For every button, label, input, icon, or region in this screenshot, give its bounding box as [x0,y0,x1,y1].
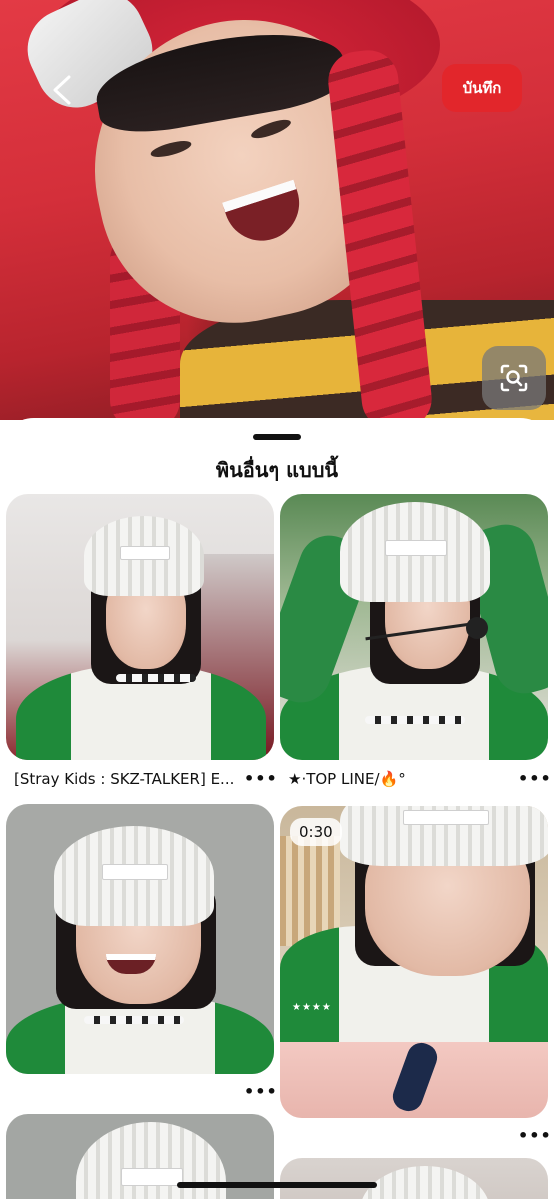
save-button[interactable]: บันทึก [442,64,522,112]
pin-main-image[interactable]: บันทึก [0,0,554,420]
hero-eyes [149,116,320,175]
pin-more-button-3[interactable]: ••• [244,1082,277,1102]
pin-caption-1[interactable]: [Stray Kids : SKZ-TALKER] E... [14,770,242,788]
necklace [116,674,196,682]
home-indicator[interactable] [177,1182,377,1188]
pin-more-button-1[interactable]: ••• [244,769,277,789]
overlay-text: ★★★★ [292,1002,332,1013]
pin-caption-2[interactable]: ★·TOP LINE/🔥° [288,770,508,788]
pin-card-6[interactable] [280,1158,548,1199]
video-duration-badge: 0:30 [290,818,342,846]
necklace [84,1016,184,1024]
section-title: พินอื่นๆ แบบนี้ [215,458,339,482]
chevron-left-icon [53,75,71,105]
pin-more-button-4[interactable]: ••• [518,1126,551,1146]
beanie [54,826,214,926]
beanie [84,516,204,596]
more-like-this-sheet: พินอื่นๆ แบบนี้ [Stray Kids : SKZ-TALKER… [0,418,554,1199]
back-button[interactable] [40,68,84,112]
sheet-drag-handle[interactable] [253,434,301,440]
beanie [340,502,490,602]
beanie [360,1166,490,1199]
pin-card-3[interactable] [6,804,274,1074]
visual-search-icon [500,364,528,392]
pin-card-4-video[interactable]: 0:30 ★★★★ [280,806,548,1118]
beanie [340,806,548,866]
pin-card-1[interactable] [6,494,274,760]
visual-search-button[interactable] [482,346,546,410]
necklace [365,716,465,724]
pin-more-button-2[interactable]: ••• [518,769,551,789]
pin-card-2[interactable] [280,494,548,760]
mic-head [466,617,488,639]
